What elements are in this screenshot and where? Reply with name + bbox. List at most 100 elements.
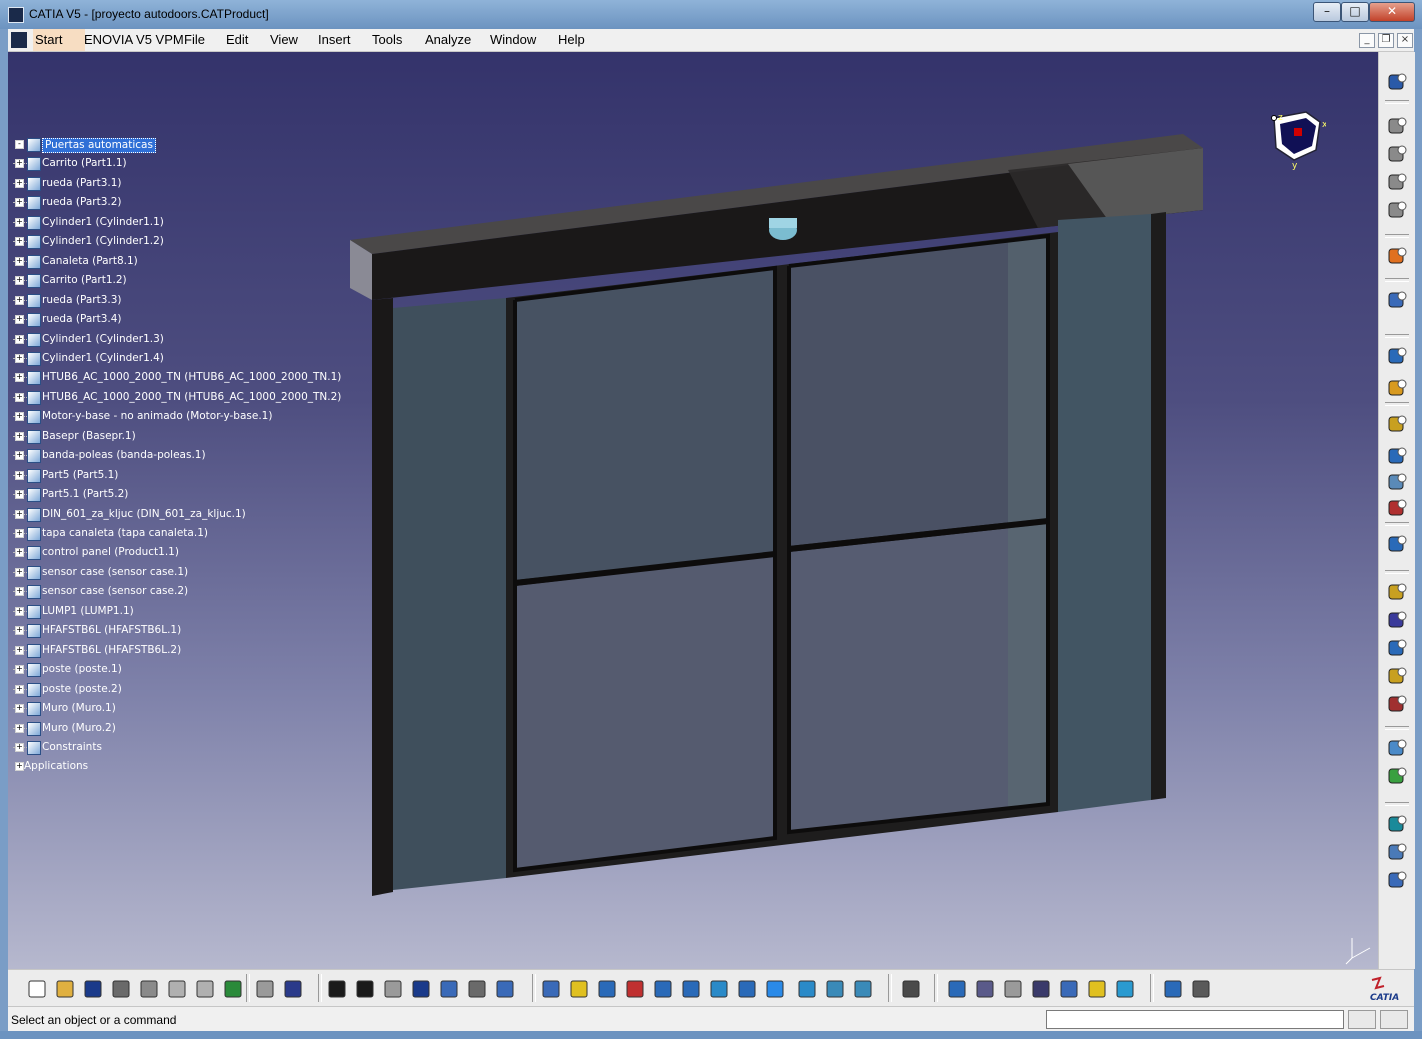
tree-expand-toggle[interactable]: + <box>15 665 24 675</box>
catia-app-icon[interactable] <box>8 7 24 23</box>
compass-icon[interactable]: x y z <box>1262 110 1326 170</box>
tree-expand-toggle[interactable]: + <box>15 198 24 208</box>
tool-button[interactable] <box>652 978 674 1000</box>
tool-button[interactable] <box>1385 496 1409 520</box>
tool-button[interactable] <box>254 978 276 1000</box>
menu-edit[interactable]: Edit <box>226 32 248 47</box>
tool-button[interactable] <box>708 978 730 1000</box>
close-button[interactable]: ✕ <box>1369 2 1415 22</box>
tool-button[interactable] <box>1030 978 1052 1000</box>
tree-expand-toggle[interactable]: + <box>15 334 24 344</box>
maximize-button[interactable]: □ <box>1341 2 1369 22</box>
tree-expand-toggle[interactable]: + <box>15 606 24 616</box>
tool-button[interactable] <box>1385 114 1409 138</box>
tool-button[interactable] <box>1385 344 1409 368</box>
tool-button[interactable] <box>1002 978 1024 1000</box>
tree-expand-toggle[interactable]: + <box>15 645 24 655</box>
tree-expand-toggle[interactable]: + <box>15 159 24 169</box>
tree-expand-toggle[interactable]: + <box>15 704 24 714</box>
tool-button[interactable] <box>1162 978 1184 1000</box>
tool-button[interactable] <box>1385 198 1409 222</box>
tool-button[interactable] <box>1385 840 1409 864</box>
tree-expand-toggle[interactable]: + <box>15 217 24 227</box>
tool-button[interactable] <box>1385 692 1409 716</box>
tree-expand-toggle[interactable]: + <box>15 684 24 694</box>
tool-button[interactable] <box>1385 244 1409 268</box>
tree-expand-toggle[interactable]: + <box>15 490 24 500</box>
tool-button[interactable] <box>194 978 216 1000</box>
tool-button[interactable] <box>222 978 244 1000</box>
tree-expand-toggle[interactable]: + <box>15 373 24 383</box>
mdi-restore-button[interactable]: ❐ <box>1378 33 1394 48</box>
tool-button[interactable] <box>900 978 922 1000</box>
mdi-minimize-button[interactable]: _ <box>1359 33 1375 48</box>
mdi-close-button[interactable]: × <box>1397 33 1413 48</box>
tool-button[interactable] <box>354 978 376 1000</box>
tool-button[interactable] <box>1058 978 1080 1000</box>
tree-expand-toggle[interactable]: + <box>15 412 24 422</box>
tool-button[interactable] <box>596 978 618 1000</box>
tree-expand-toggle[interactable]: + <box>15 431 24 441</box>
tool-button[interactable] <box>1385 868 1409 892</box>
tool-button[interactable] <box>382 978 404 1000</box>
tool-button[interactable] <box>568 978 590 1000</box>
tree-expand-toggle[interactable]: + <box>15 548 24 558</box>
tool-button[interactable] <box>1385 636 1409 660</box>
tool-button[interactable] <box>110 978 132 1000</box>
tool-button[interactable] <box>1385 376 1409 400</box>
tool-button[interactable] <box>1385 532 1409 556</box>
tree-expand-toggle[interactable]: + <box>15 587 24 597</box>
tool-button[interactable] <box>494 978 516 1000</box>
tree-expand-toggle[interactable]: + <box>15 626 24 636</box>
tool-button[interactable] <box>824 978 846 1000</box>
tree-expand-toggle[interactable]: + <box>15 723 24 733</box>
tree-expand-toggle[interactable]: + <box>15 567 24 577</box>
minimize-button[interactable]: – <box>1313 2 1341 22</box>
tree-expand-toggle[interactable]: + <box>15 762 24 772</box>
tool-button[interactable] <box>946 978 968 1000</box>
tool-button[interactable] <box>26 978 48 1000</box>
tree-expand-toggle[interactable]: + <box>15 470 24 480</box>
tool-button[interactable] <box>1385 580 1409 604</box>
tool-button[interactable] <box>1385 412 1409 436</box>
menu-enovia[interactable]: ENOVIA V5 VPM <box>84 32 184 47</box>
tool-button[interactable] <box>1385 764 1409 788</box>
tree-expand-toggle[interactable]: + <box>15 315 24 325</box>
tool-button[interactable] <box>1385 608 1409 632</box>
tool-button[interactable] <box>1385 142 1409 166</box>
tool-button[interactable] <box>54 978 76 1000</box>
tool-button[interactable] <box>282 978 304 1000</box>
tool-button[interactable] <box>1114 978 1136 1000</box>
tree-expand-toggle[interactable]: + <box>15 295 24 305</box>
3d-viewport[interactable]: - Puertas automaticas + Carrito (Part1.1)… <box>8 52 1378 969</box>
tree-expand-toggle[interactable]: + <box>15 276 24 286</box>
document-icon[interactable] <box>11 32 27 48</box>
menu-help[interactable]: Help <box>558 32 585 47</box>
tree-expand-toggle[interactable]: + <box>15 509 24 519</box>
tool-button[interactable] <box>438 978 460 1000</box>
tool-button[interactable] <box>1385 444 1409 468</box>
menu-insert[interactable]: Insert <box>318 32 351 47</box>
tool-button[interactable] <box>466 978 488 1000</box>
title-bar[interactable]: CATIA V5 - [proyecto autodoors.CATProduc… <box>0 0 1422 29</box>
tool-button[interactable] <box>1385 736 1409 760</box>
tree-expand-toggle[interactable]: + <box>15 237 24 247</box>
tool-button[interactable] <box>1086 978 1108 1000</box>
tree-expand-toggle[interactable]: + <box>15 178 24 188</box>
menu-window[interactable]: Window <box>490 32 536 47</box>
tree-expand-toggle[interactable]: + <box>15 529 24 538</box>
tree-expand-toggle[interactable]: + <box>15 392 24 402</box>
menu-tools[interactable]: Tools <box>372 32 402 47</box>
menu-view[interactable]: View <box>270 32 298 47</box>
tool-button[interactable] <box>1385 70 1409 94</box>
command-history-button[interactable] <box>1348 1010 1376 1029</box>
tool-button[interactable] <box>540 978 562 1000</box>
tree-expand-toggle[interactable]: + <box>15 742 24 752</box>
menu-start[interactable]: Start <box>35 32 62 47</box>
tool-button[interactable] <box>974 978 996 1000</box>
tool-button[interactable] <box>624 978 646 1000</box>
tool-button[interactable] <box>1190 978 1212 1000</box>
tree-collapse-toggle[interactable]: - <box>15 140 24 149</box>
tool-button[interactable] <box>736 978 758 1000</box>
tool-button[interactable] <box>166 978 188 1000</box>
